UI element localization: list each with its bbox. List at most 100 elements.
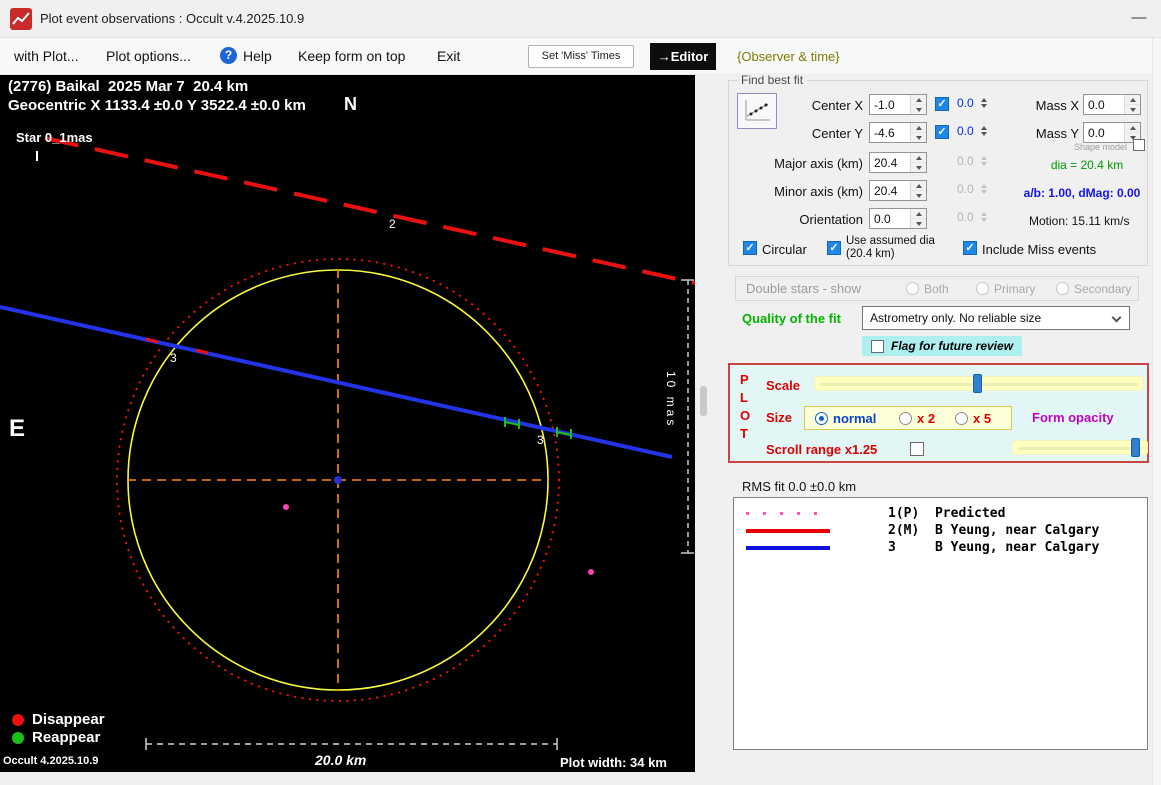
minimize-button[interactable]: — <box>1124 4 1154 32</box>
scale-slider-thumb[interactable] <box>973 374 982 393</box>
mass-x-input[interactable]: 0.0 <box>1083 94 1141 115</box>
help-icon[interactable]: ? <box>220 47 237 64</box>
center-y-error-field: 0.0 <box>957 124 987 138</box>
editor-button[interactable]: →Editor <box>650 43 716 70</box>
mas-scale-label: 10 mas <box>664 371 678 429</box>
orientation-down-button[interactable] <box>911 219 926 228</box>
center-x-input[interactable]: -1.0 <box>869 94 927 115</box>
size-normal-radio[interactable] <box>815 412 828 425</box>
panel-splitter-handle[interactable] <box>700 386 707 416</box>
center-y-fit-checkbox[interactable]: ✓ <box>935 125 949 139</box>
mass-x-spinner[interactable] <box>1124 95 1140 114</box>
major-axis-value[interactable]: 20.4 <box>870 153 910 172</box>
include-miss-events-label: Include Miss events <box>982 242 1097 257</box>
include-miss-events-checkbox[interactable]: ✓ <box>963 241 977 255</box>
plot-canvas[interactable] <box>0 75 695 772</box>
diameter-text: dia = 20.4 km <box>1050 158 1124 172</box>
quality-of-fit-dropdown[interactable]: Astrometry only. No reliable size <box>862 306 1130 330</box>
chord-3-left-label: 3 <box>170 351 177 365</box>
observation-row-1[interactable]: 1(P) Predicted <box>746 506 1005 521</box>
plot-area[interactable]: (2776) Baikal 2025 Mar 7 20.4 km Geocent… <box>0 75 695 772</box>
minor-axis-down-button[interactable] <box>911 191 926 200</box>
center-y-up-button[interactable] <box>911 123 926 133</box>
quality-of-fit-value: Astrometry only. No reliable size <box>870 311 1042 325</box>
up-arrow-icon <box>981 212 987 216</box>
size-x5-radio[interactable] <box>955 412 968 425</box>
orientation-spinner[interactable] <box>910 209 926 228</box>
center-y-error-spinner[interactable] <box>981 126 987 136</box>
minor-axis-value[interactable]: 20.4 <box>870 181 910 200</box>
rms-fit-label: RMS fit 0.0 ±0.0 km <box>742 479 857 494</box>
plot-letter-p: P <box>740 372 749 387</box>
size-label: Size <box>766 410 793 425</box>
major-axis-spinner[interactable] <box>910 153 926 172</box>
menu-with-plot[interactable]: with Plot... <box>14 48 79 64</box>
chevron-down-icon <box>1111 312 1122 323</box>
center-x-fit-checkbox[interactable]: ✓ <box>935 97 949 111</box>
mass-x-up-button[interactable] <box>1125 95 1140 105</box>
mass-x-value[interactable]: 0.0 <box>1084 95 1124 114</box>
scale-slider[interactable] <box>814 374 1144 393</box>
center-x-down-button[interactable] <box>911 105 926 114</box>
use-assumed-dia-checkbox[interactable]: ✓ <box>827 241 841 255</box>
observation-row-2[interactable]: 2(M) B Yeung, near Calgary <box>746 523 1099 538</box>
orientation-input[interactable]: 0.0 <box>869 208 927 229</box>
quality-of-fit-label: Quality of the fit <box>742 311 841 326</box>
opacity-slider-thumb[interactable] <box>1131 438 1140 457</box>
set-miss-times-button[interactable]: Set 'Miss' Times <box>528 45 634 68</box>
mass-y-up-button[interactable] <box>1125 123 1140 133</box>
chord-3-line-sample-icon <box>746 545 830 550</box>
major-axis-up-button[interactable] <box>911 153 926 163</box>
major-axis-input[interactable]: 20.4 <box>869 152 927 173</box>
center-x-up-button[interactable] <box>911 95 926 105</box>
center-x-error-spinner[interactable] <box>981 98 987 108</box>
up-arrow-icon <box>915 125 922 130</box>
circular-checkbox[interactable]: ✓ <box>743 241 757 255</box>
center-x-error-field: 0.0 <box>957 96 987 110</box>
observer-time-label: {Observer & time} <box>737 49 840 64</box>
center-x-value[interactable]: -1.0 <box>870 95 910 114</box>
size-x2-radio[interactable] <box>899 412 912 425</box>
orientation-value[interactable]: 0.0 <box>870 209 910 228</box>
menu-keep-form-on-top[interactable]: Keep form on top <box>298 48 405 64</box>
menu-help[interactable]: Help <box>243 48 272 64</box>
center-y-down-button[interactable] <box>911 133 926 142</box>
window-title: Plot event observations : Occult v.4.202… <box>40 11 305 26</box>
orientation-up-button[interactable] <box>911 209 926 219</box>
form-opacity-label: Form opacity <box>1032 410 1114 425</box>
center-y-spinner[interactable] <box>910 123 926 142</box>
plot-control-panel: P L O T Scale Size normal x 2 x 5 Form o… <box>728 363 1149 463</box>
minor-axis-input[interactable]: 20.4 <box>869 180 927 201</box>
mass-y-value[interactable]: 0.0 <box>1084 123 1124 142</box>
center-x-spinner[interactable] <box>910 95 926 114</box>
double-stars-secondary-radio[interactable] <box>1056 282 1069 295</box>
center-y-value[interactable]: -4.6 <box>870 123 910 142</box>
chord-2-line-sample-icon <box>746 528 830 533</box>
circular-label: Circular <box>762 242 807 257</box>
down-arrow-icon <box>981 218 987 222</box>
up-arrow-icon <box>915 97 922 102</box>
legend-disappear-row: Disappear <box>12 711 105 728</box>
flag-review-checkbox[interactable] <box>871 339 884 353</box>
double-stars-primary-radio[interactable] <box>976 282 989 295</box>
scroll-range-checkbox[interactable] <box>910 442 924 456</box>
double-stars-both-radio[interactable] <box>906 282 919 295</box>
scroll-range-label: Scroll range x1.25 <box>766 442 878 457</box>
minor-axis-up-button[interactable] <box>911 181 926 191</box>
observation-row-3[interactable]: 3 B Yeung, near Calgary <box>746 540 1099 555</box>
observations-listbox[interactable]: 1(P) Predicted 2(M) B Yeung, near Calgar… <box>733 497 1148 750</box>
center-y-input[interactable]: -4.6 <box>869 122 927 143</box>
major-axis-down-button[interactable] <box>911 163 926 172</box>
menu-plot-options[interactable]: Plot options... <box>106 48 191 64</box>
minor-axis-spinner[interactable] <box>910 181 926 200</box>
star-scale-label: Star 0_1mas <box>16 130 93 145</box>
menu-exit[interactable]: Exit <box>437 48 460 64</box>
center-y-label: Center Y <box>811 126 863 141</box>
mass-x-down-button[interactable] <box>1125 105 1140 114</box>
shape-model-checkbox[interactable] <box>1133 139 1145 151</box>
minor-axis-error-field: 0.0 <box>957 182 987 196</box>
opacity-slider[interactable] <box>1012 438 1148 457</box>
down-arrow-icon <box>981 190 987 194</box>
fit-plot-button[interactable] <box>737 93 777 129</box>
window-scrollbar[interactable] <box>1152 38 1161 785</box>
